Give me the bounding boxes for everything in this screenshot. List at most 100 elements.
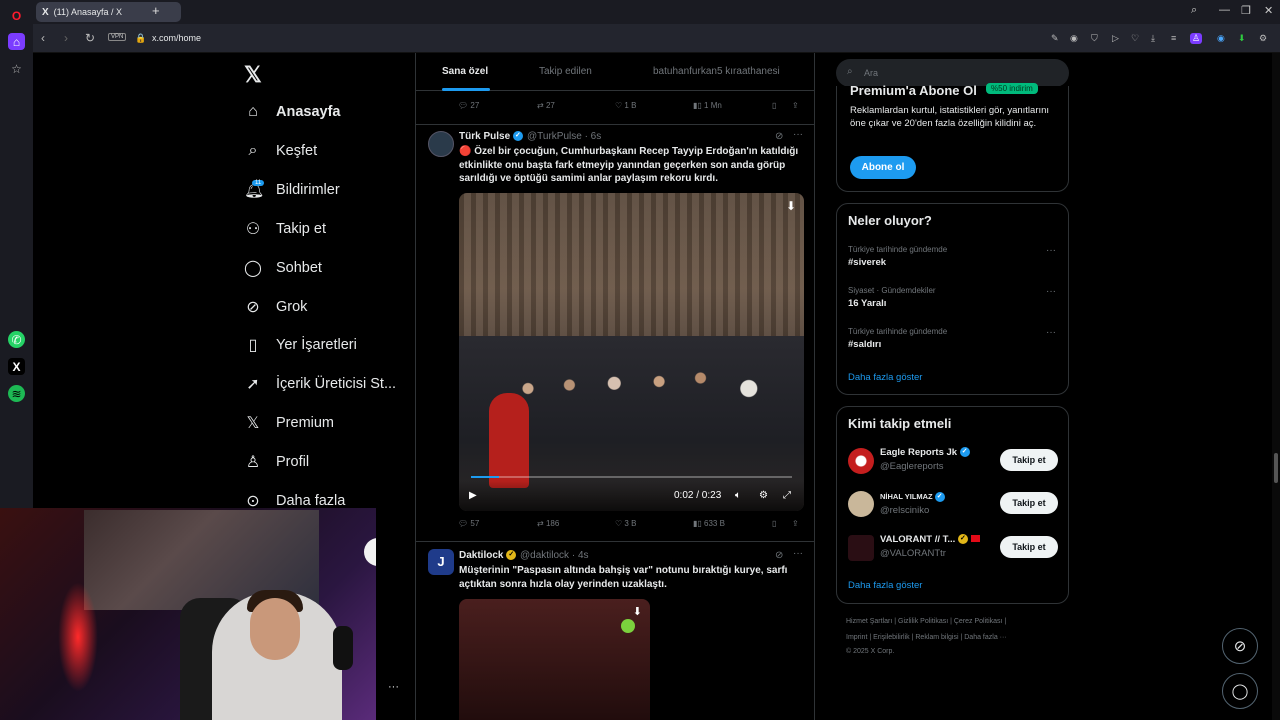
star-icon[interactable]: ☆ — [8, 60, 25, 77]
more-icon[interactable]: ··· — [1046, 327, 1056, 338]
tweet-author[interactable]: Türk Pulse ✓ — [459, 131, 523, 142]
home-icon[interactable]: ⌂ — [8, 33, 25, 50]
volume-icon[interactable]: 🔈︎ — [735, 490, 741, 501]
new-tab-button[interactable]: + — [152, 3, 160, 18]
share-icon[interactable]: ⇪ — [792, 101, 799, 110]
nav-item-x[interactable]: 𝕏 Premium — [244, 409, 334, 437]
maximize-button[interactable]: ❐ — [1241, 4, 1251, 17]
like-button[interactable]: ♡ 1 B — [615, 101, 636, 110]
reply-button[interactable]: 💬︎ 57 — [458, 519, 479, 528]
nav-item-chat[interactable]: ◯ Sohbet — [244, 254, 322, 282]
grok-icon[interactable]: ⊘ — [775, 550, 783, 561]
views-button[interactable]: ▮▯ 1 Mn — [693, 101, 722, 110]
avatar[interactable] — [428, 131, 454, 157]
bookmark-icon[interactable]: ▯ — [772, 519, 776, 528]
reply-button[interactable]: 💬︎ 27 — [458, 101, 479, 110]
vpn-badge[interactable]: VPN — [108, 33, 127, 41]
account-handle: @VALORANTtr — [880, 548, 946, 559]
show-more-link[interactable]: Daha fazla göster — [848, 580, 922, 591]
tweet-video[interactable]: ⬇ ▶ 0:02 / 0:23 🔈︎ ⚙ ⤢ — [459, 193, 804, 511]
minimize-button[interactable]: — — [1219, 4, 1230, 16]
avatar[interactable]: J — [428, 549, 454, 575]
download-icon[interactable]: ⤓ — [1151, 33, 1155, 44]
menu-icon[interactable]: ≡ — [1171, 33, 1176, 43]
follow-button[interactable]: Takip et — [1000, 449, 1058, 471]
tab-community[interactable]: batuhanfurkan5 kıraathanesi — [653, 66, 780, 77]
tweet-author[interactable]: Daktilock ✓ — [459, 550, 517, 561]
heart-icon[interactable]: ♡ — [1131, 33, 1139, 44]
repost-button[interactable]: ⇄ 186 — [537, 519, 559, 528]
bookmark-icon[interactable]: ▯ — [772, 101, 776, 110]
nav-item-search[interactable]: ⌕ Keşfet — [244, 137, 318, 165]
like-button[interactable]: ♡ 3 B — [615, 519, 636, 528]
grok-fab-icon[interactable]: ⊘ — [1222, 628, 1258, 664]
subscribe-button[interactable]: Abone ol — [850, 156, 916, 179]
camera-icon[interactable]: ◉ — [1070, 33, 1078, 44]
nav-item-bell[interactable]: 🔔︎ 11 Bildirimler — [244, 176, 340, 204]
url-field[interactable]: x.com/home — [152, 33, 201, 43]
nav-item-bookmark[interactable]: ▯ Yer İşaretleri — [244, 331, 357, 359]
trend-tag[interactable]: 16 Yaralı — [848, 298, 886, 309]
footer-links[interactable]: Imprint | Erişilebilirlik | Reklam bilgi… — [846, 634, 1007, 641]
scrollbar[interactable] — [1272, 53, 1280, 720]
settings-icon[interactable]: ⚙ — [1259, 33, 1267, 44]
more-icon[interactable]: ··· — [793, 548, 803, 559]
profile-icon[interactable]: ♙ — [1190, 33, 1203, 44]
follow-button[interactable]: Takip et — [1000, 492, 1058, 514]
more-icon[interactable]: ··· — [1046, 245, 1056, 256]
account-name[interactable]: Eagle Reports Jk ✓ — [880, 447, 970, 458]
tweet-handle[interactable]: @TurkPulse · 6s — [527, 131, 601, 142]
nav-item-home[interactable]: ⌂ Anasayfa — [244, 98, 340, 126]
account-name[interactable]: VALORANT // T... ✓ — [880, 534, 980, 545]
play-icon[interactable]: ▷ — [1112, 33, 1119, 44]
trend-tag[interactable]: #siverek — [848, 257, 886, 268]
nav-item-rocket[interactable]: ➚ İçerik Üreticisi St... — [244, 370, 396, 398]
more-icon[interactable]: ··· — [793, 129, 803, 140]
share-icon[interactable]: ⇪ — [792, 519, 799, 528]
repost-button[interactable]: ⇄ 27 — [537, 101, 555, 110]
more-icon[interactable]: ··· — [388, 681, 399, 693]
views-button[interactable]: ▮▯ 633 B — [693, 519, 725, 528]
scrollbar-thumb[interactable] — [1274, 453, 1278, 483]
x-app-icon[interactable]: X — [8, 358, 25, 375]
who-title: Kimi takip etmeli — [848, 416, 952, 431]
trend-tag[interactable]: #saldırı — [848, 339, 881, 350]
search-tabs-icon[interactable]: ⌕ — [1191, 4, 1197, 17]
extension-icon[interactable]: ◉ — [1217, 33, 1225, 44]
reload-button[interactable]: ↻ — [85, 31, 95, 45]
nav-item-person-add[interactable]: ⚇ Takip et — [244, 215, 326, 243]
settings-icon[interactable]: ⚙ — [759, 490, 768, 501]
nav-label: Sohbet — [276, 259, 322, 276]
back-button[interactable]: ‹ — [41, 31, 45, 45]
tab-for-you[interactable]: Sana özel — [442, 66, 488, 77]
shield-icon[interactable]: ⛉ — [1091, 33, 1098, 44]
whatsapp-icon[interactable]: ✆ — [8, 331, 25, 348]
nav-item-person[interactable]: ♙ Profil — [244, 448, 309, 476]
follow-button[interactable]: Takip et — [1000, 536, 1058, 558]
more-icon[interactable]: ··· — [1046, 286, 1056, 297]
fullscreen-icon[interactable]: ⤢ — [783, 490, 791, 501]
footer-links[interactable]: Hizmet Şartları | Gizlilik Politikası | … — [846, 618, 1006, 625]
tweet-handle[interactable]: @daktilock · 4s — [520, 550, 589, 561]
tweet-image[interactable]: ⬇ — [459, 599, 650, 720]
show-more-link[interactable]: Daha fazla göster — [848, 372, 922, 383]
edit-icon[interactable]: ✎ — [1051, 33, 1059, 44]
avatar[interactable] — [848, 491, 874, 517]
download-icon[interactable]: ⬇ — [786, 199, 796, 213]
video-progress[interactable] — [471, 476, 792, 478]
download-icon[interactable]: ⬇ — [633, 605, 642, 618]
grok-icon[interactable]: ⊘ — [775, 131, 783, 142]
extension2-icon[interactable]: ⬇ — [1238, 33, 1246, 44]
play-icon[interactable]: ▶ — [469, 490, 477, 501]
tab-following[interactable]: Takip edilen — [539, 66, 592, 77]
opera-logo-icon[interactable]: O — [8, 7, 25, 24]
avatar[interactable] — [848, 535, 874, 561]
close-button[interactable]: ✕ — [1264, 4, 1273, 17]
avatar[interactable] — [848, 448, 874, 474]
messages-fab-icon[interactable]: ◯ — [1222, 673, 1258, 709]
account-name[interactable]: NİHAL YILMAZ ✓ — [880, 492, 945, 503]
x-logo-icon[interactable]: 𝕏 — [244, 62, 262, 88]
forward-button[interactable]: › — [64, 31, 68, 45]
nav-item-grok[interactable]: ⊘ Grok — [244, 293, 307, 321]
spotify-icon[interactable]: ≋ — [8, 385, 25, 402]
